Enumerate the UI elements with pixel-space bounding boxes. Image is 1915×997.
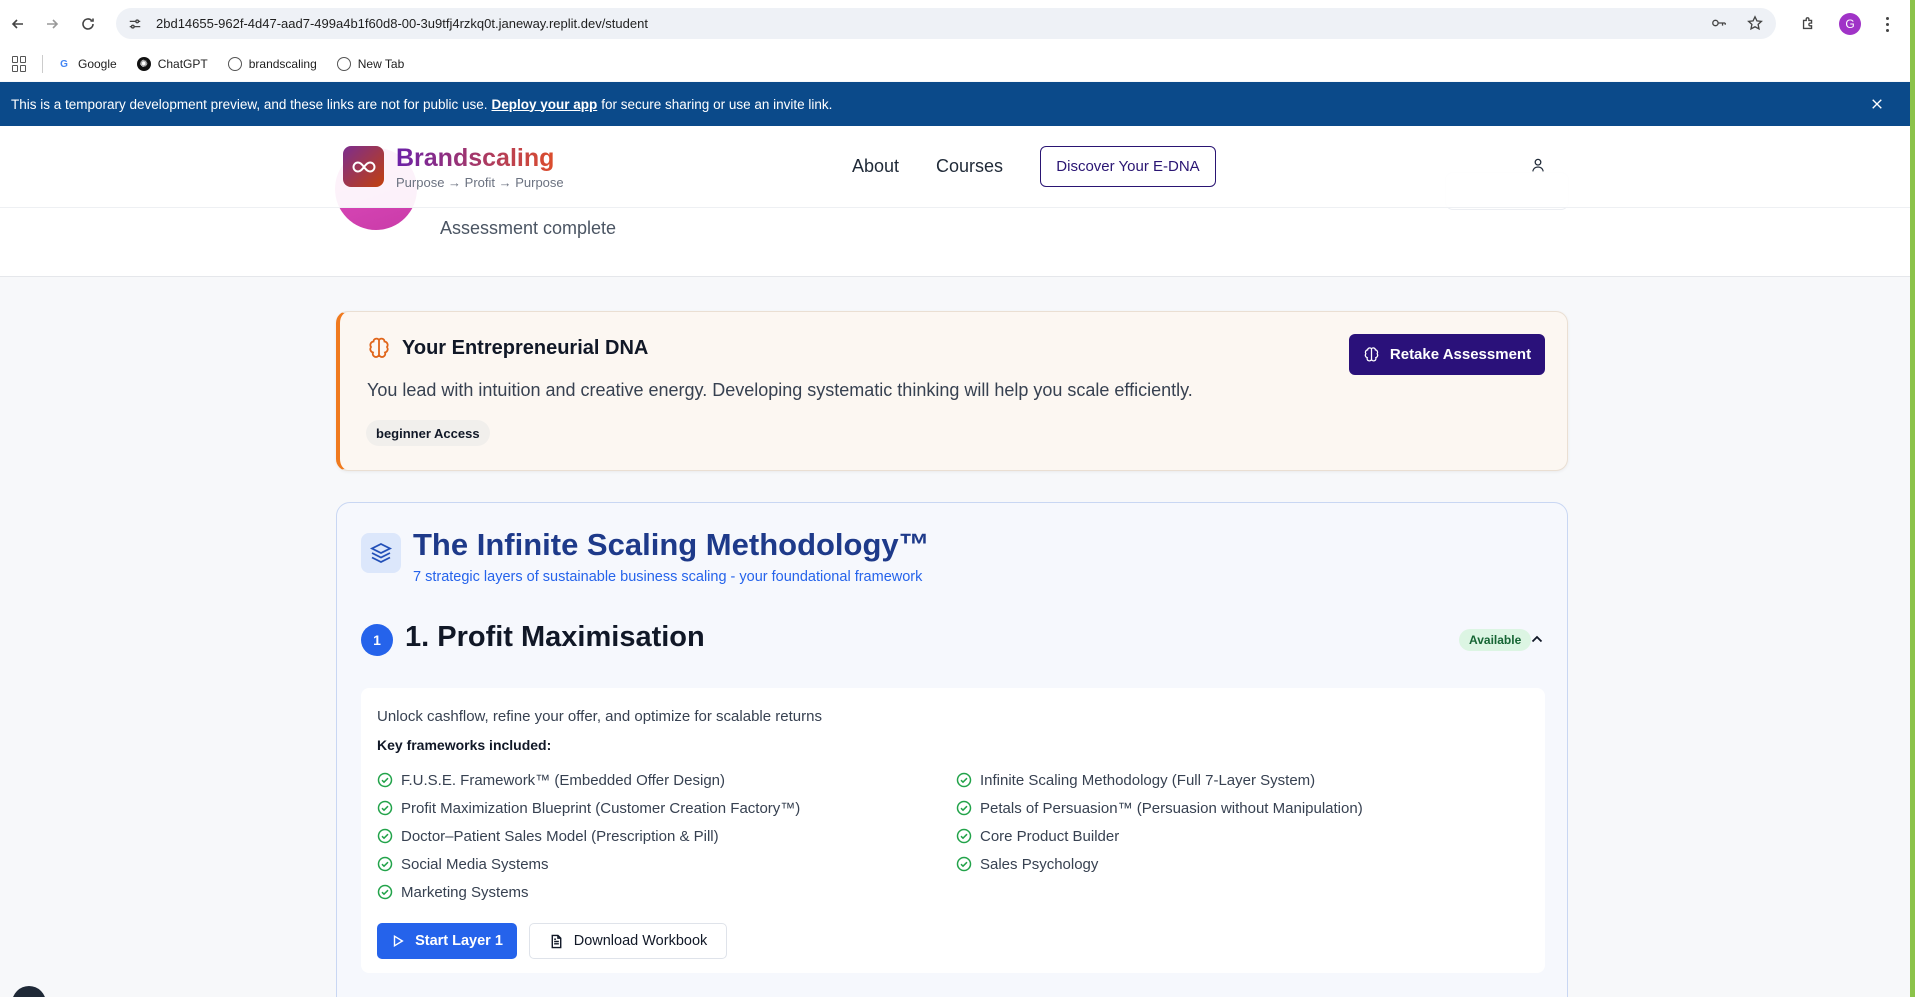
check-circle-icon (377, 828, 393, 844)
frameworks-column-left: F.U.S.E. Framework™ (Embedded Offer Desi… (377, 766, 800, 906)
discover-edna-button[interactable]: Discover Your E-DNA (1040, 146, 1216, 187)
check-circle-icon (377, 856, 393, 872)
access-level-badge: beginner Access (366, 420, 490, 446)
brain-icon (367, 336, 391, 360)
layer-number-badge: 1 (361, 624, 393, 656)
frameworks-label: Key frameworks included: (377, 737, 552, 753)
url-text: 2bd14655-962f-4d47-aad7-499a4b1f60d8-00-… (156, 16, 648, 31)
browser-menu-icon[interactable] (1884, 15, 1890, 33)
frameworks-column-right: Infinite Scaling Methodology (Full 7-Lay… (956, 766, 1363, 878)
address-bar[interactable]: 2bd14655-962f-4d47-aad7-499a4b1f60d8-00-… (116, 8, 1776, 39)
list-item: Petals of Persuasion™ (Persuasion withou… (956, 794, 1363, 822)
play-icon (393, 934, 404, 948)
list-item: Core Product Builder (956, 822, 1363, 850)
check-circle-icon (377, 772, 393, 788)
framework-name: Petals of Persuasion™ (Persuasion withou… (980, 799, 1363, 817)
brand-tagline: Purpose → Profit → Purpose (396, 175, 564, 190)
bookmark-new-tab[interactable]: New Tab (336, 57, 405, 71)
download-workbook-label: Download Workbook (573, 933, 708, 949)
bookmark-label: Google (78, 57, 117, 71)
deploy-app-link[interactable]: Deploy your app (492, 97, 598, 112)
extensions-icon[interactable] (1799, 15, 1817, 33)
bookmarks-bar: G Google ✺ ChatGPT brandscaling New Tab (0, 47, 1915, 81)
list-item: Profit Maximization Blueprint (Customer … (377, 794, 800, 822)
check-circle-icon (377, 884, 393, 900)
site-info-icon[interactable] (128, 15, 146, 33)
list-item: Infinite Scaling Methodology (Full 7-Lay… (956, 766, 1363, 794)
list-item: Social Media Systems (377, 850, 800, 878)
infinity-logo-icon[interactable] (343, 146, 384, 187)
dev-preview-banner: This is a temporary development preview,… (0, 82, 1915, 126)
site-header: Brandscaling Purpose → Profit → Purpose … (0, 126, 1910, 208)
check-circle-icon (956, 772, 972, 788)
bookmarks-separator (42, 55, 43, 73)
close-icon[interactable] (1867, 94, 1887, 114)
check-circle-icon (956, 828, 972, 844)
check-circle-icon (956, 856, 972, 872)
profile-avatar[interactable]: G (1839, 12, 1861, 35)
dna-title: Your Entrepreneurial DNA (402, 337, 649, 359)
banner-text-after: for secure sharing or use an invite link… (601, 96, 833, 112)
layer-description: Unlock cashflow, refine your offer, and … (377, 708, 822, 725)
retake-assessment-button[interactable]: Retake Assessment (1349, 334, 1545, 375)
list-item: Doctor–Patient Sales Model (Prescription… (377, 822, 800, 850)
layers-icon (361, 533, 401, 573)
framework-name: Profit Maximization Blueprint (Customer … (401, 799, 801, 817)
status-badge: Available (1459, 629, 1532, 651)
nav-courses[interactable]: Courses (936, 156, 1003, 177)
bookmark-label: brandscaling (248, 57, 317, 71)
dna-description: You lead with intuition and creative ene… (367, 380, 1193, 400)
apps-grid-icon[interactable] (12, 56, 28, 72)
chevron-up-icon[interactable] (1529, 631, 1545, 647)
check-circle-icon (956, 800, 972, 816)
methodology-title: The Infinite Scaling Methodology™ (413, 527, 930, 562)
bookmark-star-icon[interactable] (1746, 14, 1764, 32)
layer-title[interactable]: 1. Profit Maximisation (405, 621, 705, 654)
student-page: Assessment complete Brandscaling Purpose… (0, 126, 1910, 997)
bookmark-label: ChatGPT (157, 57, 208, 71)
bookmark-label: New Tab (357, 57, 405, 71)
globe-icon (336, 57, 351, 71)
framework-name: Infinite Scaling Methodology (Full 7-Lay… (980, 771, 1316, 789)
browser-toolbar: 2bd14655-962f-4d47-aad7-499a4b1f60d8-00-… (0, 0, 1915, 47)
layer-details: Unlock cashflow, refine your offer, and … (361, 688, 1545, 973)
start-layer-button[interactable]: Start Layer 1 (377, 923, 517, 959)
check-circle-icon (377, 800, 393, 816)
forward-icon[interactable] (34, 6, 70, 42)
list-item: Marketing Systems (377, 878, 800, 906)
methodology-subtitle: 7 strategic layers of sustainable busine… (413, 569, 923, 585)
framework-name: Sales Psychology (980, 855, 1099, 873)
reload-icon[interactable] (70, 6, 106, 42)
download-workbook-button[interactable]: Download Workbook (529, 923, 727, 959)
list-item: Sales Psychology (956, 850, 1363, 878)
framework-name: Doctor–Patient Sales Model (Prescription… (401, 827, 719, 845)
brand-name[interactable]: Brandscaling (396, 144, 554, 173)
banner-text: This is a temporary development preview,… (11, 96, 488, 112)
user-icon[interactable] (1530, 157, 1550, 177)
chatgpt-icon: ✺ (136, 57, 151, 71)
start-layer-label: Start Layer 1 (415, 933, 503, 949)
framework-name: Social Media Systems (401, 855, 549, 873)
scroll-accent-stripe (1910, 0, 1915, 997)
bookmark-google[interactable]: G Google (57, 57, 117, 71)
methodology-card: The Infinite Scaling Methodology™ 7 stra… (336, 502, 1568, 997)
nav-about[interactable]: About (852, 156, 899, 177)
bookmark-chatgpt[interactable]: ✺ ChatGPT (136, 57, 208, 71)
framework-name: F.U.S.E. Framework™ (Embedded Offer Desi… (401, 771, 725, 789)
retake-label: Retake Assessment (1389, 346, 1532, 363)
bookmark-brandscaling[interactable]: brandscaling (227, 57, 317, 71)
google-icon: G (60, 58, 68, 70)
framework-name: Core Product Builder (980, 827, 1120, 845)
framework-name: Marketing Systems (401, 883, 529, 901)
brain-icon (1364, 347, 1379, 362)
file-text-icon (551, 934, 562, 948)
back-icon[interactable] (0, 6, 36, 42)
password-key-icon[interactable] (1710, 14, 1728, 32)
list-item: F.U.S.E. Framework™ (Embedded Offer Desi… (377, 766, 800, 794)
entrepreneurial-dna-card: Your Entrepreneurial DNA You lead with i… (336, 311, 1568, 471)
assessment-status: Assessment complete (440, 218, 617, 238)
globe-icon (227, 57, 242, 71)
